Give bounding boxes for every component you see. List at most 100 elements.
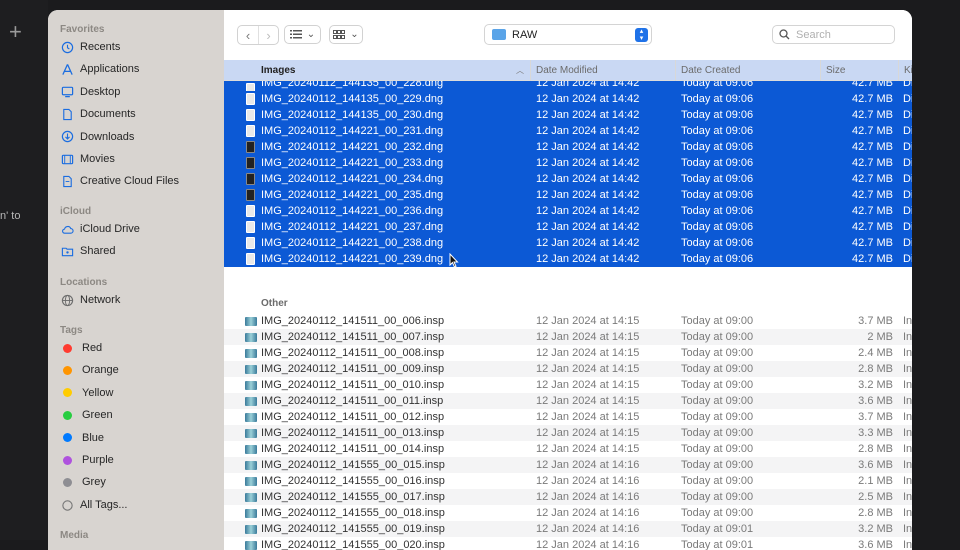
sidebar-item-label: Green — [82, 409, 113, 422]
column-header: Images ︿ Date Modified Date Created Size… — [224, 60, 912, 81]
sidebar-tag-orange[interactable]: Orange — [60, 360, 220, 380]
column-header-kind[interactable]: Ki — [898, 60, 912, 81]
file-row[interactable]: IMG_20240112_144221_00_236.dng 12 Jan 202… — [224, 203, 912, 219]
file-row[interactable]: IMG_20240112_141511_00_013.insp 12 Jan 20… — [224, 425, 912, 441]
date-created: Today at 09:00 — [681, 475, 754, 487]
file-row[interactable]: IMG_20240112_141555_00_015.insp 12 Jan 20… — [224, 457, 912, 473]
file-row[interactable]: IMG_20240112_144221_00_233.dng 12 Jan 202… — [224, 155, 912, 171]
file-row[interactable]: IMG_20240112_141555_00_020.insp 12 Jan 20… — [224, 537, 912, 550]
sidebar-item-label: Yellow — [82, 386, 114, 399]
file-row[interactable]: IMG_20240112_141511_00_010.insp 12 Jan 20… — [224, 377, 912, 393]
shared-folder-icon — [60, 244, 74, 258]
file-kind: In — [903, 395, 912, 407]
file-name: IMG_20240112_144221_00_232.dng — [261, 141, 444, 153]
download-icon — [60, 130, 74, 144]
file-row[interactable]: IMG_20240112_144135_00_229.dng 12 Jan 202… — [224, 91, 912, 107]
file-row[interactable]: IMG_20240112_141555_00_018.insp 12 Jan 20… — [224, 505, 912, 521]
sidebar-item-all-tags[interactable]: All Tags... — [60, 495, 220, 515]
date-modified: 12 Jan 2024 at 14:42 — [536, 173, 640, 185]
file-row[interactable]: IMG_20240112_141511_00_006.insp 12 Jan 20… — [224, 313, 912, 329]
date-created: Today at 09:00 — [681, 331, 754, 343]
file-name: IMG_20240112_144135_00_228.dng — [261, 81, 444, 89]
sidebar-item-applications[interactable]: Applications — [60, 59, 220, 79]
date-modified: 12 Jan 2024 at 14:16 — [536, 507, 640, 519]
dng-file-icon — [246, 221, 255, 233]
search-field[interactable]: Search — [772, 25, 895, 44]
file-kind: In — [903, 443, 912, 455]
tag-color-dot-icon — [63, 433, 72, 443]
file-name: IMG_20240112_141511_00_006.insp — [261, 315, 445, 327]
file-row[interactable]: IMG_20240112_144221_00_231.dng 12 Jan 202… — [224, 123, 912, 139]
sidebar-item-desktop[interactable]: Desktop — [60, 82, 220, 102]
file-size: 42.7 MB — [852, 221, 893, 233]
file-name: IMG_20240112_144135_00_229.dng — [261, 93, 444, 105]
sidebar-tag-yellow[interactable]: Yellow — [60, 383, 220, 403]
sidebar-tag-red[interactable]: Red — [60, 338, 220, 358]
file-row[interactable]: IMG_20240112_141555_00_016.insp 12 Jan 20… — [224, 473, 912, 489]
file-row[interactable]: IMG_20240112_141511_00_008.insp 12 Jan 20… — [224, 345, 912, 361]
file-kind: Di — [903, 141, 912, 153]
folder-icon — [492, 29, 506, 40]
sidebar-tag-green[interactable]: Green — [60, 405, 220, 425]
sidebar-item-label: Network — [80, 294, 121, 306]
sidebar-tag-grey[interactable]: Grey — [60, 472, 220, 492]
file-size: 42.7 MB — [852, 81, 893, 89]
forward-button[interactable]: › — [258, 26, 278, 44]
file-name: IMG_20240112_144221_00_234.dng — [261, 173, 444, 185]
sidebar-item-network[interactable]: Network — [60, 290, 220, 310]
column-header-name[interactable]: Images — [224, 60, 530, 81]
plus-icon[interactable]: + — [9, 20, 22, 44]
date-modified: 12 Jan 2024 at 14:15 — [536, 443, 640, 455]
file-size: 3.2 MB — [858, 379, 893, 391]
file-row[interactable]: IMG_20240112_141511_00_007.insp 12 Jan 20… — [224, 329, 912, 345]
file-row[interactable]: IMG_20240112_144135_00_228.dng 12 Jan 202… — [224, 81, 912, 91]
file-row[interactable]: IMG_20240112_141555_00_017.insp 12 Jan 20… — [224, 489, 912, 505]
sidebar-item-recents[interactable]: Recents — [60, 37, 220, 57]
file-row[interactable]: IMG_20240112_141511_00_014.insp 12 Jan 20… — [224, 441, 912, 457]
file-row[interactable]: IMG_20240112_144221_00_234.dng 12 Jan 202… — [224, 171, 912, 187]
file-kind: Di — [903, 237, 912, 249]
sidebar-item-label: Applications — [80, 63, 140, 76]
file-row[interactable]: IMG_20240112_144221_00_235.dng 12 Jan 202… — [224, 187, 912, 203]
insp-file-icon — [245, 525, 257, 534]
file-kind: In — [903, 331, 912, 343]
file-row[interactable]: IMG_20240112_141511_00_011.insp 12 Jan 20… — [224, 393, 912, 409]
date-created: Today at 09:00 — [681, 507, 754, 519]
file-row[interactable]: IMG_20240112_144221_00_237.dng 12 Jan 202… — [224, 219, 912, 235]
date-modified: 12 Jan 2024 at 14:16 — [536, 475, 640, 487]
date-created: Today at 09:06 — [681, 93, 754, 105]
file-row[interactable]: IMG_20240112_144221_00_232.dng 12 Jan 202… — [224, 139, 912, 155]
column-header-size[interactable]: Size — [820, 60, 898, 81]
file-name: IMG_20240112_144221_00_236.dng — [261, 205, 444, 217]
sidebar-item-icloud-drive[interactable]: iCloud Drive — [60, 219, 220, 239]
search-placeholder: Search — [796, 28, 831, 41]
file-row[interactable]: IMG_20240112_141511_00_012.insp 12 Jan 20… — [224, 409, 912, 425]
file-row[interactable]: IMG_20240112_144221_00_238.dng 12 Jan 202… — [224, 235, 912, 251]
list-view-button[interactable]: ⌄ — [284, 25, 321, 44]
back-button[interactable]: ‹ — [238, 26, 258, 44]
file-row[interactable]: IMG_20240112_144221_00_239.dng 12 Jan 202… — [224, 251, 912, 267]
file-row[interactable]: IMG_20240112_141511_00_009.insp 12 Jan 20… — [224, 361, 912, 377]
insp-file-icon — [245, 397, 257, 406]
date-created: Today at 09:06 — [681, 173, 754, 185]
date-created: Today at 09:00 — [681, 363, 754, 375]
file-size: 2.8 MB — [858, 443, 893, 455]
grid-view-button[interactable]: ⌄ — [329, 25, 363, 44]
file-row[interactable]: IMG_20240112_144135_00_230.dng 12 Jan 202… — [224, 107, 912, 123]
sidebar-item-documents[interactable]: Documents — [60, 104, 220, 124]
file-row[interactable]: IMG_20240112_141555_00_019.insp 12 Jan 20… — [224, 521, 912, 537]
folder-path-popup[interactable]: RAW ▴ ▾ — [484, 24, 652, 45]
sidebar-tag-purple[interactable]: Purple — [60, 450, 220, 470]
sidebar-item-movies[interactable]: Movies — [60, 149, 220, 169]
column-header-date-created[interactable]: Date Created — [675, 60, 820, 81]
sidebar-tag-blue[interactable]: Blue — [60, 428, 220, 448]
column-header-date-modified[interactable]: Date Modified — [530, 60, 675, 81]
sidebar-item-downloads[interactable]: Downloads — [60, 127, 220, 147]
dng-file-icon — [246, 205, 255, 217]
sidebar-item-creative-cloud-files[interactable]: Creative Cloud Files — [60, 171, 220, 191]
date-modified: 12 Jan 2024 at 14:42 — [536, 157, 640, 169]
file-name: IMG_20240112_141555_00_020.insp — [261, 539, 445, 550]
file-kind: Di — [903, 157, 912, 169]
sidebar-item-shared[interactable]: Shared — [60, 241, 220, 261]
tag-color-dot-icon — [63, 455, 72, 465]
